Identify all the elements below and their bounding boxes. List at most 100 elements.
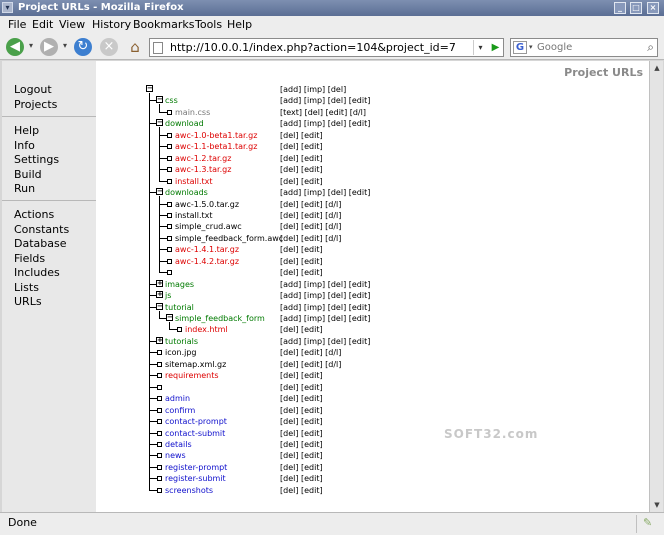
go-icon[interactable]: ▶ <box>489 41 502 54</box>
tree-node-actions[interactable]: [add] [imp] [del] [edit] <box>280 279 370 290</box>
collapse-icon[interactable]: − <box>156 188 163 196</box>
tree-node-label[interactable]: sitemap.xml.gz <box>165 359 226 370</box>
tree-node-label[interactable]: awc-1.0-beta1.tar.gz <box>175 130 257 141</box>
tree-node-label[interactable]: main.css <box>175 107 210 118</box>
menu-edit[interactable]: Edit <box>32 18 53 31</box>
collapse-icon[interactable]: − <box>146 85 153 92</box>
sidebar-item-settings[interactable]: Settings <box>14 153 59 166</box>
sidebar-item-lists[interactable]: Lists <box>14 281 39 294</box>
menu-history[interactable]: History <box>92 18 131 31</box>
tree-node-actions[interactable]: [add] [imp] [del] [edit] <box>280 290 370 301</box>
collapse-icon[interactable]: − <box>166 314 173 321</box>
tree-node-actions[interactable]: [add] [imp] [del] [edit] <box>280 336 370 347</box>
tree-node-actions[interactable]: [add] [imp] [del] <box>280 84 346 95</box>
back-history-dropdown-icon[interactable]: ▾ <box>29 41 33 50</box>
tree-node-actions[interactable]: [del] [edit] <box>280 462 323 473</box>
tree-node-actions[interactable]: [add] [imp] [del] [edit] <box>280 187 370 198</box>
menu-help[interactable]: Help <box>227 18 252 31</box>
expand-icon[interactable]: + <box>156 291 163 299</box>
tree-node-label[interactable]: tutorials <box>165 336 198 347</box>
tree-node-actions[interactable]: [add] [imp] [del] [edit] <box>280 302 370 313</box>
sidebar-item-actions[interactable]: Actions <box>14 208 54 221</box>
tree-node-label[interactable]: simple_crud.awc <box>175 221 242 232</box>
tree-node-label[interactable]: downloads <box>165 187 208 198</box>
tree-node-label[interactable]: install.txt <box>175 176 213 187</box>
sidebar-item-run[interactable]: Run <box>14 182 35 195</box>
tree-node-label[interactable]: contact-submit <box>165 428 225 439</box>
tree-node-actions[interactable]: [del] [edit] <box>280 256 323 267</box>
tree-node-actions[interactable]: [del] [edit] <box>280 324 323 335</box>
search-input[interactable] <box>537 40 637 55</box>
sidebar-item-build[interactable]: Build <box>14 168 42 181</box>
sidebar-item-fields[interactable]: Fields <box>14 252 45 265</box>
collapse-icon[interactable]: − <box>156 96 163 104</box>
menu-file[interactable]: File <box>8 18 26 31</box>
forward-icon[interactable]: ▶ <box>40 38 58 56</box>
tree-node-label[interactable]: contact-prompt <box>165 416 227 427</box>
tree-node-label[interactable]: awc-1.2.tar.gz <box>175 153 231 164</box>
tree-node-actions[interactable]: [del] [edit] <box>280 153 323 164</box>
home-icon[interactable]: ⌂ <box>126 38 144 56</box>
tree-node-actions[interactable]: [del] [edit] <box>280 130 323 141</box>
tree-node-label[interactable]: download <box>165 118 204 129</box>
tree-node-label[interactable]: tutorial <box>165 302 194 313</box>
tree-node-actions[interactable]: [add] [imp] [del] [edit] <box>280 95 370 106</box>
tree-node-actions[interactable]: [del] [edit] <box>280 439 323 450</box>
tree-node-label[interactable]: awc-1.5.0.tar.gz <box>175 199 239 210</box>
tree-node-label[interactable]: news <box>165 450 186 461</box>
sidebar-item-logout[interactable]: Logout <box>14 83 52 96</box>
tree-node-actions[interactable]: [del] [edit] <box>280 370 323 381</box>
sidebar-item-includes[interactable]: Includes <box>14 266 60 279</box>
menu-bookmarks[interactable]: Bookmarks <box>133 18 194 31</box>
tree-node-actions[interactable]: [del] [edit] <box>280 176 323 187</box>
tree-node-label[interactable]: images <box>165 279 194 290</box>
back-icon[interactable]: ◀ <box>6 38 24 56</box>
tree-node-actions[interactable]: [text] [del] [edit] [d/l] <box>280 107 366 118</box>
stop-icon[interactable]: × <box>100 38 118 56</box>
scroll-down-icon[interactable]: ▼ <box>651 499 663 511</box>
search-box[interactable]: G ▾ ⌕ <box>510 38 658 57</box>
menu-view[interactable]: View <box>59 18 85 31</box>
tree-node-actions[interactable]: [del] [edit] [d/l] <box>280 221 341 232</box>
tree-node-actions[interactable]: [del] [edit] [d/l] <box>280 347 341 358</box>
vertical-scrollbar[interactable]: ▲ ▼ <box>649 61 663 512</box>
tree-node-actions[interactable]: [del] [edit] [d/l] <box>280 199 341 210</box>
tree-node-label[interactable]: requirements <box>165 370 219 381</box>
sidebar-item-constants[interactable]: Constants <box>14 223 69 236</box>
expand-icon[interactable]: + <box>156 279 163 287</box>
tree-node-label[interactable]: register-prompt <box>165 462 227 473</box>
sidebar-item-help[interactable]: Help <box>14 124 39 137</box>
tree-node-label[interactable]: awc-1.4.2.tar.gz <box>175 256 239 267</box>
tree-node-label[interactable]: confirm <box>165 405 195 416</box>
search-engine-icon[interactable]: G <box>513 41 527 54</box>
search-engine-dropdown-icon[interactable]: ▾ <box>529 43 533 51</box>
close-icon[interactable]: × <box>647 2 659 14</box>
tree-node-actions[interactable]: [del] [edit] <box>280 416 323 427</box>
tree-node-actions[interactable]: [del] [edit] <box>280 405 323 416</box>
tree-node-actions[interactable]: [del] [edit] [d/l] <box>280 359 341 370</box>
tree-node-label[interactable]: simple_feedback_form.awc <box>175 233 283 244</box>
tree-node-actions[interactable]: [del] [edit] <box>280 141 323 152</box>
tree-node-label[interactable]: details <box>165 439 192 450</box>
tree-node-label[interactable]: install.txt <box>175 210 213 221</box>
tree-node-actions[interactable]: [del] [edit] [d/l] <box>280 233 341 244</box>
tree-node-actions[interactable]: [del] [edit] [d/l] <box>280 210 341 221</box>
tree-node-actions[interactable]: [del] [edit] <box>280 393 323 404</box>
tree-node-actions[interactable]: [del] [edit] <box>280 485 323 496</box>
sidebar-item-projects[interactable]: Projects <box>14 98 57 111</box>
tree-node-label[interactable]: simple_feedback_form <box>175 313 265 324</box>
url-bar[interactable]: ▾ ▶ <box>149 38 504 57</box>
menu-tools[interactable]: Tools <box>195 18 222 31</box>
tree-node-actions[interactable]: [del] [edit] <box>280 382 323 393</box>
sidebar-item-database[interactable]: Database <box>14 237 67 250</box>
window-menu-icon[interactable]: ▾ <box>2 2 13 13</box>
tree-node-label[interactable]: awc-1.4.1.tar.gz <box>175 244 239 255</box>
tree-node-label[interactable]: index.html <box>185 324 228 335</box>
minimize-icon[interactable]: _ <box>614 2 626 14</box>
collapse-icon[interactable]: − <box>156 302 163 310</box>
url-dropdown-icon[interactable]: ▾ <box>473 40 487 55</box>
tree-node-actions[interactable]: [add] [imp] [del] [edit] <box>280 118 370 129</box>
forward-history-dropdown-icon[interactable]: ▾ <box>63 41 67 50</box>
collapse-icon[interactable]: − <box>156 119 163 127</box>
tree-node-label[interactable]: register-submit <box>165 473 226 484</box>
